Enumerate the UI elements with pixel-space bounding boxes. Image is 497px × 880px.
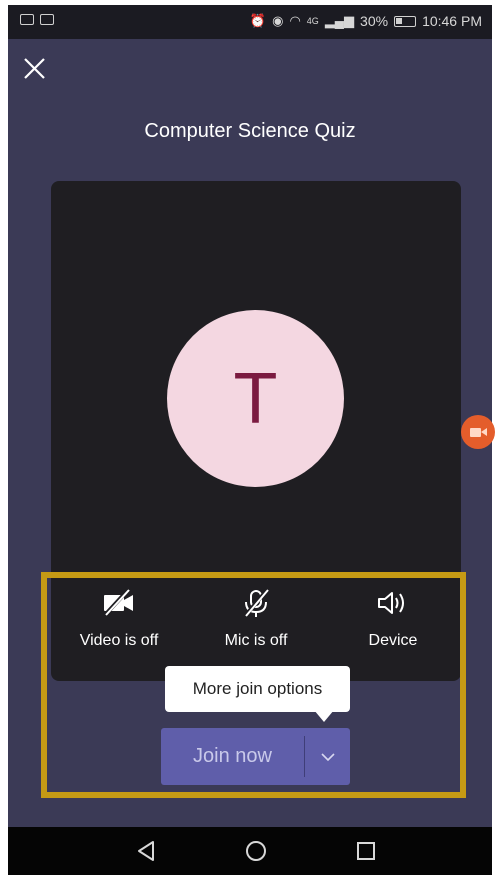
avatar: T — [167, 310, 344, 487]
network-type: 4G — [306, 16, 319, 26]
recents-button[interactable] — [355, 839, 377, 868]
mic-toggle[interactable]: Mic is off — [188, 580, 324, 670]
device-controls: Video is off Mic is off Device — [51, 580, 461, 680]
gallery-notification-icon — [20, 14, 34, 25]
floating-camera-button[interactable] — [461, 415, 495, 449]
mic-off-icon — [243, 588, 269, 618]
video-off-icon — [103, 588, 133, 617]
signal-icon: ▂▄▆ — [324, 13, 355, 28]
tooltip-pointer — [314, 710, 334, 722]
battery-percent: 30% — [360, 13, 389, 29]
device-label: Device — [368, 632, 418, 649]
close-button[interactable] — [20, 53, 50, 83]
chevron-down-icon — [320, 752, 335, 761]
status-bar: ⏰ ◉ ◠ 4G ▂▄▆ 30% 10:46 PM — [8, 5, 492, 39]
camera-icon — [470, 428, 481, 437]
alarm-icon: ⏰ — [249, 13, 267, 28]
back-icon — [138, 841, 154, 861]
battery-icon — [394, 15, 417, 27]
camera-lens-icon — [481, 428, 487, 436]
video-status-label: Video is off — [79, 632, 159, 649]
phone-screen: ⏰ ◉ ◠ 4G ▂▄▆ 30% 10:46 PM Computer Scien… — [8, 5, 492, 875]
video-toggle[interactable]: Video is off — [51, 580, 187, 670]
speaker-icon — [378, 592, 404, 614]
audio-device-button[interactable]: Device — [325, 580, 461, 670]
join-options-dropdown[interactable] — [305, 728, 350, 785]
status-right: ⏰ ◉ ◠ 4G ▂▄▆ 30% 10:46 PM — [250, 13, 482, 29]
home-button[interactable] — [244, 839, 268, 868]
mic-status-label: Mic is off — [224, 632, 288, 649]
wifi-icon: ◠ — [289, 13, 301, 28]
back-button[interactable] — [135, 839, 157, 868]
eye-icon: ◉ — [272, 13, 284, 28]
join-button-group: Join now — [161, 728, 350, 785]
meeting-title: Computer Science Quiz — [144, 120, 356, 142]
close-icon — [24, 58, 45, 79]
avatar-initial: T — [233, 358, 278, 439]
recents-icon — [357, 842, 375, 860]
clock: 10:46 PM — [422, 13, 482, 29]
video-notification-icon — [40, 14, 54, 25]
status-left — [20, 14, 54, 25]
join-now-button[interactable]: Join now — [161, 728, 304, 785]
android-nav-bar — [8, 827, 492, 875]
home-icon — [246, 841, 266, 861]
join-options-tooltip: More join options — [165, 666, 350, 712]
